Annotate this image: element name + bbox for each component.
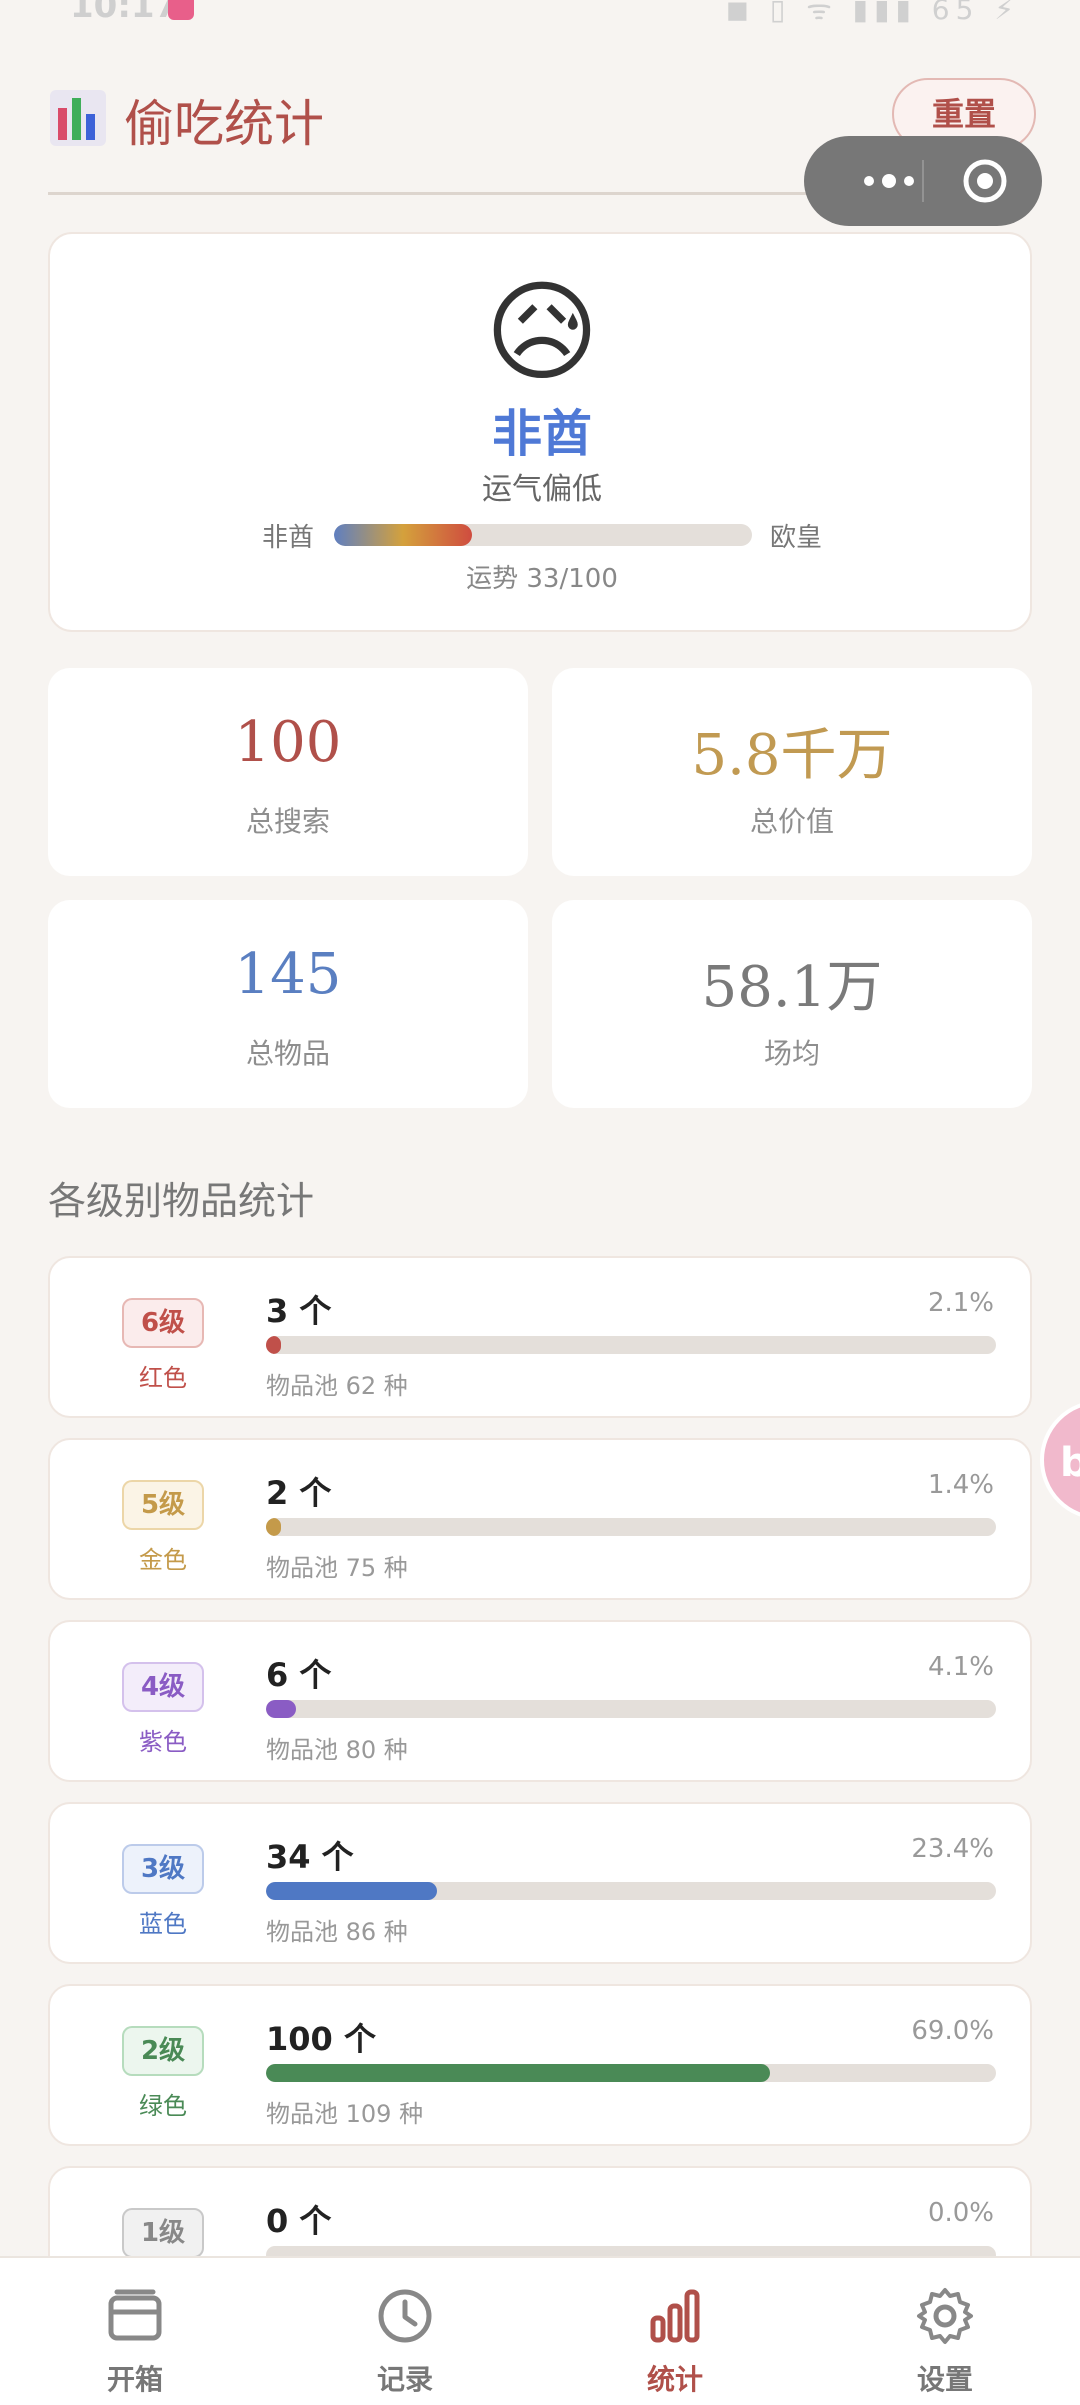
level-progress <box>266 1700 996 1718</box>
nav-item-settings[interactable]: 设置 <box>810 2258 1080 2405</box>
level-progress <box>266 1518 996 1536</box>
bar-chart-icon <box>650 2289 700 2343</box>
status-bar: 10:17 ◼ ▯ ᯤ ▮▮▮ 65 ⚡ <box>0 0 1080 40</box>
level-percent: 2.1% <box>927 1288 994 1318</box>
nav-label: 设置 <box>916 2363 973 2396</box>
level-progress-fill <box>266 1882 437 1900</box>
level-pool: 物品池 109 种 <box>266 2100 424 2128</box>
level-color-name: 蓝色 <box>139 1910 187 1938</box>
miniprogram-capsule <box>804 136 1042 226</box>
sad-face-icon: 😥 <box>484 268 600 396</box>
level-row-2: 2级 绿色 100 个 69.0% 物品池 109 种 <box>48 1984 1032 2146</box>
stat-label: 总物品 <box>245 1037 330 1070</box>
level-progress-fill <box>266 1700 296 1718</box>
level-row-3: 3级 蓝色 34 个 23.4% 物品池 86 种 <box>48 1802 1032 1964</box>
level-pool: 物品池 86 种 <box>266 1918 408 1946</box>
level-progress <box>266 1882 996 1900</box>
nav-item-records[interactable]: 记录 <box>270 2258 540 2405</box>
luck-description: 运气偏低 <box>482 472 602 507</box>
stat-value: 100 <box>234 710 342 775</box>
luck-bar-fill <box>334 524 472 546</box>
stat-label: 场均 <box>763 1037 820 1070</box>
stat-label: 总搜索 <box>245 805 330 838</box>
stat-value: 145 <box>234 942 342 1007</box>
level-progress-fill <box>266 1336 282 1354</box>
level-badge: 4级 <box>122 1662 204 1712</box>
level-progress <box>266 2064 996 2082</box>
bottom-nav: 开箱 记录 统计 设置 <box>0 2256 1080 2405</box>
level-color-name: 绿色 <box>139 2092 187 2120</box>
level-count: 2 个 <box>266 1474 332 1512</box>
level-badge: 6级 <box>122 1298 204 1348</box>
app-notification-icon <box>168 0 194 20</box>
more-menu-icon[interactable] <box>834 136 944 226</box>
level-badge: 3级 <box>122 1844 204 1894</box>
level-count: 6 个 <box>266 1656 332 1694</box>
nav-label: 记录 <box>376 2363 433 2396</box>
stat-value: 58.1万 <box>701 955 883 1020</box>
page-title: 偷吃统计 <box>124 95 324 153</box>
level-pool: 物品池 62 种 <box>266 1372 408 1400</box>
nav-label: 统计 <box>646 2363 703 2396</box>
level-badge: 5级 <box>122 1480 204 1530</box>
stat-label: 总价值 <box>749 805 834 838</box>
close-miniprogram-icon[interactable] <box>962 158 1008 204</box>
luck-bar <box>334 524 752 546</box>
level-color-name: 金色 <box>139 1546 187 1574</box>
level-count: 3 个 <box>266 1292 332 1330</box>
nav-item-stats[interactable]: 统计 <box>540 2258 810 2405</box>
level-progress <box>266 1336 996 1354</box>
level-count: 100 个 <box>266 2020 376 2058</box>
level-percent: 0.0% <box>927 2198 994 2228</box>
level-badge: 1级 <box>122 2208 204 2258</box>
luck-score: 运势 33/100 <box>466 564 618 594</box>
level-count: 34 个 <box>266 1838 354 1876</box>
side-tab-icon: b <box>1060 1440 1080 1486</box>
section-title: 各级别物品统计 <box>48 1179 315 1223</box>
stat-card-total-search: 100 总搜索 <box>48 668 528 876</box>
luck-level: 非酋 <box>492 405 592 463</box>
nav-label: 开箱 <box>106 2363 163 2396</box>
level-percent: 23.4% <box>911 1834 994 1864</box>
level-pool: 物品池 75 种 <box>266 1554 408 1582</box>
level-percent: 69.0% <box>911 2016 994 2046</box>
level-color-name: 红色 <box>139 1364 187 1392</box>
level-row-4: 4级 紫色 6 个 4.1% 物品池 80 种 <box>48 1620 1032 1782</box>
status-time: 10:17 <box>70 0 179 26</box>
clock-icon <box>378 2289 432 2343</box>
box-icon <box>108 2289 162 2341</box>
level-progress-fill <box>266 2064 770 2082</box>
stat-card-total-value: 5.8千万 总价值 <box>552 668 1032 876</box>
chart-emoji-icon <box>50 90 106 146</box>
stat-card-average: 58.1万 场均 <box>552 900 1032 1108</box>
gear-icon <box>917 2288 973 2344</box>
luck-card: 😥 非酋 运气偏低 非酋 欧皇 运势 33/100 <box>48 232 1032 632</box>
level-percent: 1.4% <box>927 1470 994 1500</box>
nav-item-open-box[interactable]: 开箱 <box>0 2258 270 2405</box>
level-badge: 2级 <box>122 2026 204 2076</box>
luck-scale-right: 欧皇 <box>770 523 823 553</box>
level-row-6: 6级 红色 3 个 2.1% 物品池 62 种 <box>48 1256 1032 1418</box>
luck-scale-left: 非酋 <box>262 523 315 553</box>
stat-value: 5.8千万 <box>691 723 893 788</box>
floating-side-tab[interactable]: b <box>1040 1400 1080 1520</box>
level-color-name: 紫色 <box>139 1728 187 1756</box>
level-progress-fill <box>266 1518 281 1536</box>
stat-card-total-items: 145 总物品 <box>48 900 528 1108</box>
status-indicators: ◼ ▯ ᯤ ▮▮▮ 65 ⚡ <box>725 0 1020 26</box>
capsule-divider <box>922 160 924 202</box>
level-pool: 物品池 80 种 <box>266 1736 408 1764</box>
level-row-5: 5级 金色 2 个 1.4% 物品池 75 种 <box>48 1438 1032 1600</box>
level-percent: 4.1% <box>927 1652 994 1682</box>
level-count: 0 个 <box>266 2202 332 2240</box>
